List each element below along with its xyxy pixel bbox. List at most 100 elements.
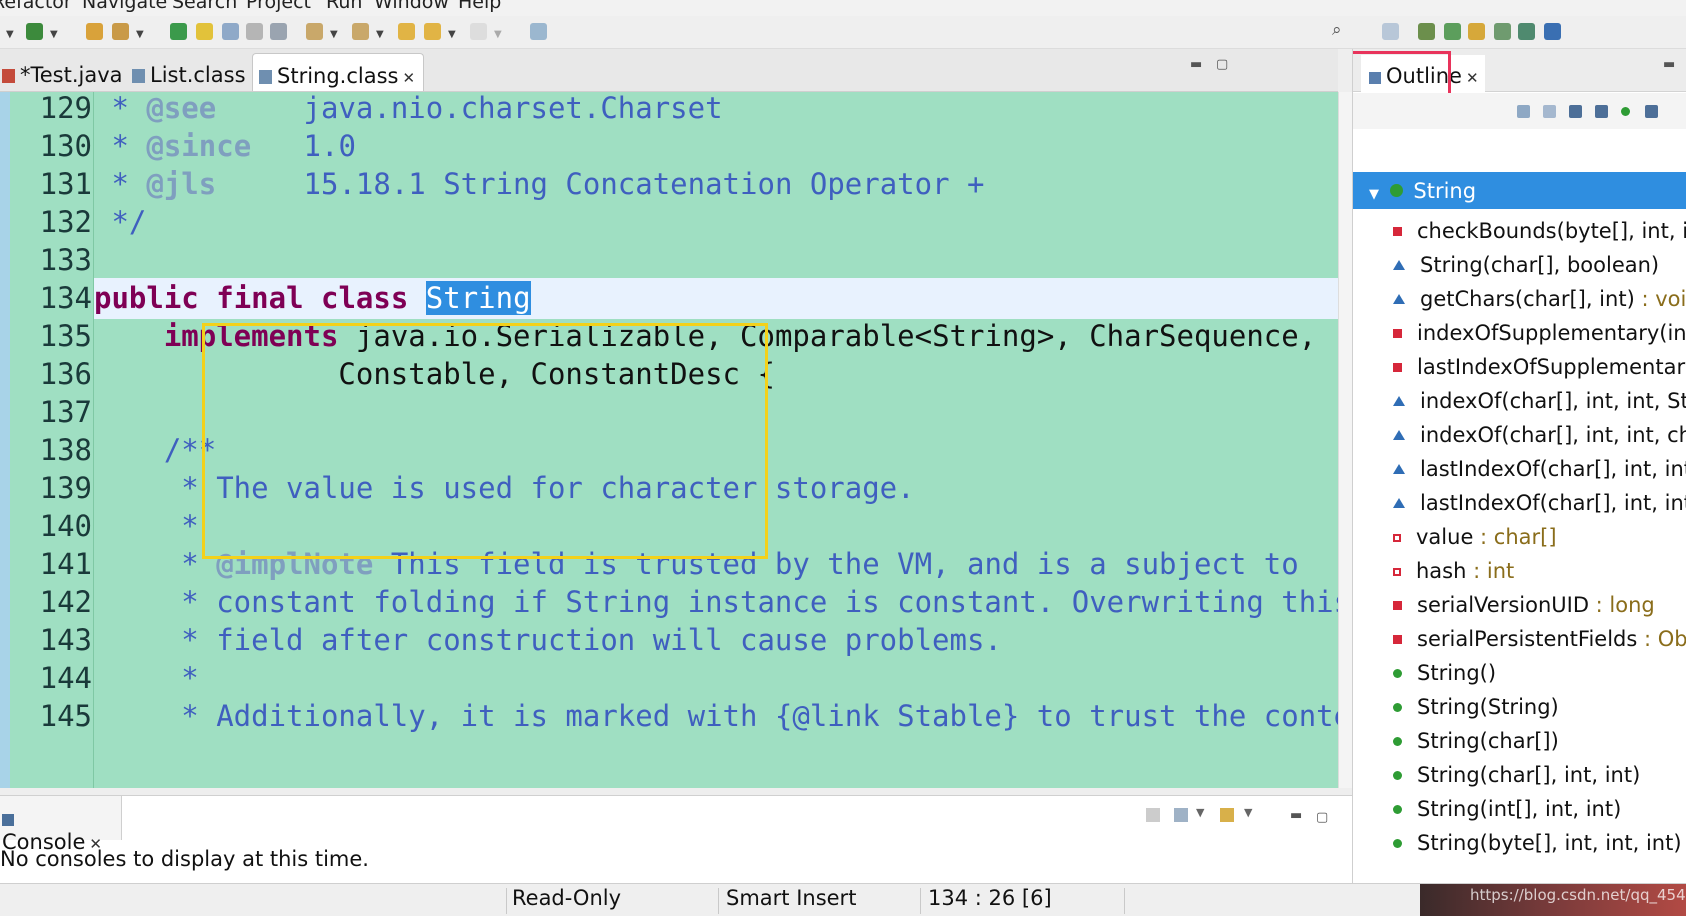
- open-folder-icon[interactable]: [86, 23, 103, 40]
- minimize-icon[interactable]: ▬: [1190, 57, 1202, 72]
- dropdown-arrow-icon[interactable]: ▼: [376, 29, 384, 40]
- show-whitespace-icon[interactable]: [270, 23, 287, 40]
- dropdown-arrow-icon[interactable]: ▼: [50, 29, 58, 40]
- minimize-icon[interactable]: ▬: [1663, 57, 1675, 72]
- pin-console-icon[interactable]: [1146, 808, 1160, 822]
- outline-item[interactable]: getChars(char[], int) : void: [1393, 281, 1686, 318]
- outline-item[interactable]: hash : int: [1393, 553, 1514, 590]
- sort-icon[interactable]: [1543, 105, 1556, 118]
- perspective-debug-icon[interactable]: [1444, 23, 1461, 40]
- line-number: 136: [39, 357, 92, 391]
- menu-navigate[interactable]: Navigate: [82, 0, 167, 13]
- line-number: 138: [39, 433, 92, 467]
- outline-item[interactable]: lastIndexOfSupplementary(in: [1393, 349, 1686, 386]
- debug-icon[interactable]: [26, 23, 43, 40]
- wand-icon[interactable]: [112, 23, 129, 40]
- menu-window[interactable]: Window: [374, 0, 449, 13]
- block-select-icon[interactable]: [246, 23, 263, 40]
- dropdown-arrow-icon[interactable]: ▼: [448, 29, 456, 40]
- outline-item[interactable]: value : char[]: [1393, 519, 1557, 556]
- outline-item[interactable]: String(char[], int, int): [1393, 757, 1640, 794]
- tab-string-class[interactable]: String.class ✕: [252, 53, 425, 91]
- dropdown-arrow-icon[interactable]: ▼: [1244, 806, 1252, 819]
- display-console-icon[interactable]: [1174, 808, 1188, 822]
- outline-item[interactable]: String(): [1393, 655, 1496, 692]
- public-constructor-icon: [1393, 737, 1402, 746]
- search-icon[interactable]: ⌕: [1332, 20, 1349, 40]
- pin-editor-icon[interactable]: [530, 23, 547, 40]
- annotation-highlight-box: [202, 323, 768, 559]
- perspective-resource-icon[interactable]: [1468, 23, 1485, 40]
- public-constructor-icon: [1393, 771, 1402, 780]
- maximize-icon[interactable]: ▢: [1216, 57, 1228, 72]
- tab-console[interactable]: Console ✕: [0, 796, 122, 854]
- tab-test-java[interactable]: *Test.java: [0, 53, 131, 91]
- outline-item[interactable]: indexOf(char[], int, int, String,: [1393, 383, 1686, 420]
- outline-item[interactable]: String(char[]): [1393, 723, 1559, 760]
- dropdown-arrow-icon[interactable]: ▼: [1196, 806, 1204, 819]
- dropdown-arrow-icon[interactable]: ▼: [494, 29, 502, 40]
- highlighter-icon[interactable]: [196, 23, 213, 40]
- collapse-all-icon[interactable]: [1517, 105, 1530, 118]
- eclipse-window: Refactor Navigate Search Project Run Win…: [0, 0, 1686, 916]
- back-arrow-icon[interactable]: [424, 23, 441, 40]
- private-field-icon: [1393, 534, 1401, 542]
- dropdown-arrow-icon[interactable]: ▼: [136, 29, 144, 40]
- tab-label: List.class: [150, 63, 246, 87]
- hide-fields-icon[interactable]: [1569, 105, 1582, 118]
- package-static-method-icon: [1393, 498, 1405, 508]
- outline-item[interactable]: String(char[], boolean): [1393, 247, 1659, 284]
- outline-item[interactable]: lastIndexOf(char[], int, int, cha: [1393, 485, 1686, 522]
- previous-annotation-icon[interactable]: [352, 23, 369, 40]
- search-class-icon[interactable]: [170, 23, 187, 40]
- menu-help[interactable]: Help: [458, 0, 501, 13]
- close-icon[interactable]: ✕: [402, 69, 415, 87]
- menu-project[interactable]: Project: [246, 0, 311, 13]
- outline-item[interactable]: lastIndexOf(char[], int, int, Str: [1393, 451, 1686, 488]
- outline-root-label: String: [1413, 179, 1477, 203]
- outline-item[interactable]: serialPersistentFields : Object: [1393, 621, 1686, 658]
- perspective-team-icon[interactable]: [1494, 23, 1511, 40]
- menu-search[interactable]: Search: [172, 0, 237, 13]
- forward-arrow-icon[interactable]: [470, 23, 487, 40]
- outline-item[interactable]: String(String): [1393, 689, 1559, 726]
- tab-label: String.class: [277, 64, 399, 88]
- open-perspective-icon[interactable]: [1382, 23, 1399, 40]
- toggle-mark-icon[interactable]: [222, 23, 239, 40]
- dropdown-arrow-icon[interactable]: ▼: [330, 29, 338, 40]
- perspective-java-icon[interactable]: [1418, 23, 1435, 40]
- hide-non-public-icon[interactable]: [1621, 107, 1630, 116]
- maximize-icon[interactable]: ▢: [1316, 810, 1328, 825]
- perspective-browse-icon[interactable]: [1544, 23, 1561, 40]
- java-file-icon: [2, 69, 15, 83]
- outline-item[interactable]: serialVersionUID : long: [1393, 587, 1655, 624]
- menu-refactor[interactable]: Refactor: [0, 0, 72, 13]
- outline-item[interactable]: indexOfSupplementary(int, in: [1393, 315, 1686, 352]
- menu-run[interactable]: Run: [326, 0, 362, 13]
- expand-arrow-icon[interactable]: ▼: [1369, 187, 1379, 202]
- class-icon: [1389, 184, 1403, 197]
- outline-root-class[interactable]: ▼ String: [1353, 172, 1686, 209]
- hide-local-types-icon[interactable]: [1645, 105, 1658, 118]
- next-annotation-icon[interactable]: [306, 23, 323, 40]
- outline-item[interactable]: String(byte[], int, int, int): [1393, 825, 1682, 862]
- minimize-icon[interactable]: ▬: [1290, 808, 1302, 823]
- outline-item[interactable]: checkBounds(byte[], int, int) :: [1393, 213, 1686, 250]
- selected-text[interactable]: String: [425, 281, 531, 315]
- close-icon[interactable]: ✕: [1466, 69, 1479, 87]
- outline-item[interactable]: String(int[], int, int): [1393, 791, 1621, 828]
- last-edit-icon[interactable]: [398, 23, 415, 40]
- dropdown-arrow-icon[interactable]: ▼: [6, 29, 14, 40]
- tab-label: *Test.java: [20, 63, 123, 87]
- editor-scrollbar[interactable]: [1338, 92, 1352, 788]
- outline-toolbar: [1353, 93, 1686, 129]
- outline-item[interactable]: indexOf(char[], int, int, char[],: [1393, 417, 1686, 454]
- tab-list-class[interactable]: List.class: [126, 53, 254, 91]
- public-constructor-icon: [1393, 703, 1402, 712]
- line-number: 144: [39, 661, 92, 695]
- console-icon: [2, 814, 14, 826]
- hide-static-icon[interactable]: [1595, 105, 1608, 118]
- open-console-icon[interactable]: [1220, 808, 1234, 822]
- code-editor[interactable]: 129 130 131 132 133 134 135 136 137 138 …: [0, 92, 1338, 788]
- perspective-git-icon[interactable]: [1518, 23, 1535, 40]
